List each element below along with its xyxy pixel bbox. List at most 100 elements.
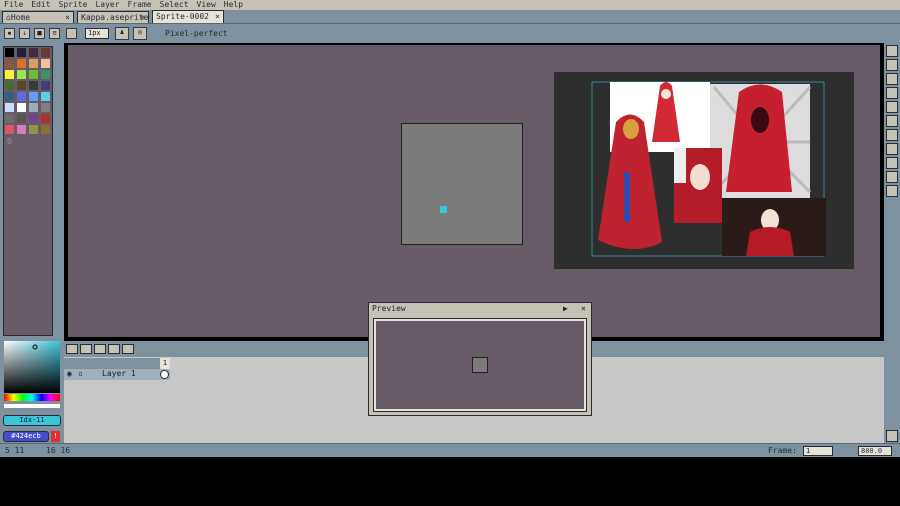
palette-swatch[interactable] [29,81,38,90]
rectangle-icon[interactable] [886,157,898,169]
lock-icon[interactable]: ▪ [4,28,15,39]
palette-swatch[interactable] [41,125,50,134]
ink-icon[interactable]: ♟ [115,27,129,40]
palette-swatch[interactable] [29,48,38,57]
hue-slider[interactable] [4,394,60,401]
palette-swatch[interactable] [41,103,50,112]
palette-swatch[interactable] [17,59,26,68]
cursor-position: 5 11 [5,446,25,455]
arrow-down-icon[interactable]: ↓ [19,28,30,39]
frame-field[interactable]: 1 [803,446,833,456]
palette-swatch[interactable] [5,48,14,57]
close-icon[interactable]: × [140,12,145,23]
palette-swatch[interactable] [41,59,50,68]
drawn-pixel [440,206,447,213]
eyedropper-icon[interactable]: ◎ [133,27,147,40]
palette-swatch[interactable] [29,103,38,112]
pixel-perfect-label[interactable]: Pixel-perfect [165,29,228,39]
palette-swatch[interactable] [17,70,26,79]
palette-swatch[interactable] [5,103,14,112]
close-icon[interactable]: × [65,12,70,23]
palette-swatch[interactable] [5,70,14,79]
palette-swatch[interactable] [5,59,14,68]
line-icon[interactable] [886,143,898,155]
menu-select[interactable]: Select [156,0,193,10]
palette-swatch[interactable] [41,81,50,90]
palette-swatch[interactable] [17,125,26,134]
preview-title: Preview [372,304,406,313]
palette-swatch[interactable] [5,81,14,90]
bg-color-hex[interactable]: #424ecb [3,431,49,442]
palette-swatch[interactable] [41,70,50,79]
tab-label: Sprite-0002 [156,12,209,21]
frame-label: Frame: [768,446,797,455]
menu-frame[interactable]: Frame [124,0,156,10]
last-frame-icon[interactable] [122,344,134,354]
palette-swatch[interactable] [41,92,50,101]
palette-swatch[interactable] [41,114,50,123]
layer-name[interactable]: Layer 1 [102,369,136,379]
palette-swatch[interactable] [29,92,38,101]
close-icon[interactable]: × [581,304,586,314]
tab-label: Kappa.aseprite [81,13,149,22]
eraser-icon[interactable] [886,73,898,85]
preview-play-icon[interactable]: ▶ [563,304,568,314]
move-icon[interactable] [886,115,898,127]
warning-icon[interactable]: ! [51,431,60,442]
next-frame-icon[interactable] [108,344,120,354]
preview-sprite [472,357,488,373]
first-frame-icon[interactable] [66,344,78,354]
tab-kappa[interactable]: Kappa.aseprite × [77,11,149,23]
eyedropper-tool-icon[interactable] [886,87,898,99]
close-icon[interactable]: × [215,11,220,22]
zoom-icon[interactable] [886,101,898,113]
cel-dot[interactable] [160,370,169,379]
palette-swatch[interactable] [29,125,38,134]
palette-swatch[interactable] [5,92,14,101]
menu-sprite[interactable]: Sprite [55,0,92,10]
palette-swatch[interactable] [29,114,38,123]
palette-swatch[interactable] [29,70,38,79]
palette-swatch[interactable] [17,48,26,57]
palette-swatch[interactable] [5,114,14,123]
alpha-slider[interactable] [4,404,60,408]
frame-header[interactable]: 1 [160,358,170,369]
brush-type-icon[interactable] [66,28,77,39]
marquee-icon[interactable] [886,45,898,57]
menu-help[interactable]: Help [220,0,247,10]
sprite-canvas[interactable] [401,123,523,245]
palette-swatch[interactable] [17,114,26,123]
zoom-field[interactable]: 800.0 [858,446,892,456]
palette-swatch[interactable] [41,48,50,57]
context-bar: ▪ ↓ ■ ≡ 1px ♟ ◎ Pixel-perfect [0,23,900,43]
palette-swatch[interactable] [29,59,38,68]
palette-swatch[interactable] [5,125,14,134]
square-icon[interactable]: ■ [34,28,45,39]
menu-icon[interactable]: ≡ [49,28,60,39]
blur-icon[interactable] [886,185,898,197]
menu-layer[interactable]: Layer [91,0,123,10]
eye-icon[interactable]: ◉ [67,369,72,379]
tab-label: Home [10,13,31,22]
brush-size-input[interactable]: 1px [85,28,109,39]
fg-color-index[interactable]: Idx-11 [3,415,61,426]
play-icon[interactable] [94,344,106,354]
palette-swatch[interactable] [17,103,26,112]
menu-file[interactable]: File [0,0,27,10]
tab-bar: ⌂Home × Kappa.aseprite × Sprite-0002 × [0,10,900,23]
pencil-icon[interactable] [886,59,898,71]
prev-frame-icon[interactable] [80,344,92,354]
palette-swatch[interactable] [17,81,26,90]
palette-index: 0 [7,137,12,146]
contour-icon[interactable] [886,171,898,183]
reference-image[interactable] [554,72,854,269]
padlock-icon[interactable]: ▫ [78,369,83,379]
tab-sprite-0002[interactable]: Sprite-0002 × [152,10,224,23]
menu-view[interactable]: View [193,0,220,10]
toggle-timeline-icon[interactable] [886,430,898,442]
palette-swatch[interactable] [17,92,26,101]
fill-icon[interactable] [886,129,898,141]
color-picker[interactable] [4,341,60,393]
tab-home[interactable]: ⌂Home × [2,11,74,23]
menu-edit[interactable]: Edit [27,0,54,10]
